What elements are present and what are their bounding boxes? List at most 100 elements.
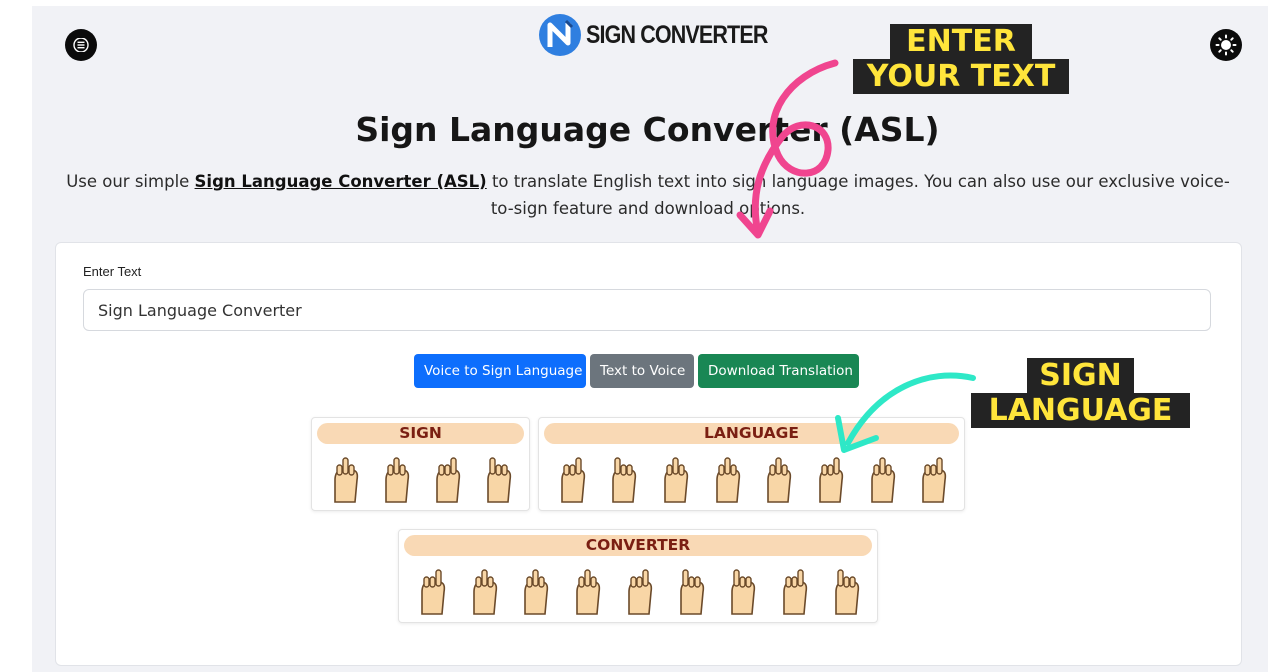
callout-line: ENTER <box>890 24 1032 59</box>
finger-shape <box>642 569 649 587</box>
hand-sign-icon <box>576 569 601 615</box>
finger-shape <box>739 576 747 588</box>
site-logo[interactable]: SIGN CONVERTER <box>538 12 797 58</box>
text-input[interactable] <box>83 289 1211 331</box>
finger-shape <box>578 576 585 588</box>
hand-sign-icon <box>731 569 756 615</box>
finger-shape <box>575 457 582 475</box>
finger-shape <box>775 457 783 475</box>
text-to-voice-button[interactable]: Text to Voice <box>590 354 694 388</box>
intro-paragraph: Use our simple Sign Language Converter (… <box>64 168 1232 222</box>
finger-shape <box>501 464 509 476</box>
finger-shape <box>682 569 689 587</box>
finger-shape <box>630 576 637 588</box>
finger-shape <box>569 464 576 476</box>
hand-sign-icon <box>819 457 844 503</box>
hand-sign-icon <box>612 457 637 503</box>
hand-sign-icon <box>524 569 549 615</box>
word-card-sign: SIGN <box>311 417 530 511</box>
finger-shape <box>486 576 494 588</box>
voice-to-sign-button[interactable]: Voice to Sign Language <box>414 354 586 388</box>
hand-sign-icon <box>767 457 792 503</box>
finger-shape <box>924 464 931 476</box>
finger-shape <box>781 464 789 476</box>
finger-shape <box>480 569 488 587</box>
finger-shape <box>563 464 570 476</box>
finger-shape <box>438 464 445 476</box>
enter-text-label: Enter Text <box>83 264 142 279</box>
finger-shape <box>435 569 442 587</box>
finger-shape <box>930 464 937 476</box>
finger-shape <box>626 464 634 476</box>
finger-shape <box>717 464 725 476</box>
finger-shape <box>347 464 355 476</box>
hand-sign-icon <box>333 457 358 503</box>
finger-shape <box>729 464 737 476</box>
finger-shape <box>849 576 856 588</box>
finger-shape <box>872 464 880 476</box>
hand-sign-icon <box>628 569 653 615</box>
finger-shape <box>785 576 792 588</box>
finger-shape <box>341 457 349 475</box>
finger-shape <box>769 464 777 476</box>
finger-shape <box>733 569 741 587</box>
finger-shape <box>450 457 457 475</box>
intro-text-end: to translate English text into sign lang… <box>486 172 1230 218</box>
finger-shape <box>672 457 679 475</box>
finger-shape <box>423 576 430 588</box>
finger-shape <box>444 464 451 476</box>
finger-shape <box>821 464 828 476</box>
word-card-converter: CONVERTER <box>398 529 878 623</box>
teal-arrow-annotation <box>835 372 976 453</box>
hand-sign-icon <box>922 457 947 503</box>
word-label: SIGN <box>317 423 524 444</box>
finger-shape <box>489 457 497 475</box>
finger-shape <box>678 464 685 476</box>
pink-arrow-annotation <box>736 59 839 239</box>
hand-sign-icon <box>664 457 689 503</box>
hand-sign-icon <box>385 457 410 503</box>
callout-sign-language: SIGN LANGUAGE <box>971 358 1190 436</box>
menu-button[interactable] <box>65 29 97 61</box>
hand-sign-icon <box>472 569 497 615</box>
callout-enter-text: ENTER YOUR TEXT <box>853 24 1069 102</box>
finger-shape <box>694 576 701 588</box>
finger-shape <box>791 576 798 588</box>
finger-shape <box>797 569 804 587</box>
finger-shape <box>399 464 406 476</box>
finger-shape <box>884 464 892 476</box>
finger-shape <box>387 464 394 476</box>
finger-shape <box>532 569 540 587</box>
intro-text-start: Use our simple <box>66 172 195 191</box>
callout-line: SIGN <box>1027 358 1134 393</box>
finger-shape <box>636 576 643 588</box>
sign-images <box>312 454 529 506</box>
hand-sign-icon <box>679 569 704 615</box>
finger-shape <box>429 576 436 588</box>
hand-sign-icon <box>436 457 461 503</box>
finger-shape <box>584 569 591 587</box>
finger-shape <box>827 464 834 476</box>
finger-shape <box>723 457 731 475</box>
hand-sign-icon <box>487 457 512 503</box>
theme-toggle-button[interactable] <box>1210 29 1242 61</box>
page-title: Sign Language Converter (ASL) <box>355 110 940 149</box>
hand-sign-icon <box>421 569 446 615</box>
finger-shape <box>666 464 673 476</box>
finger-shape <box>614 457 622 475</box>
sign-images <box>399 566 877 618</box>
finger-shape <box>843 576 850 588</box>
hand-sign-icon <box>783 569 808 615</box>
finger-shape <box>474 576 482 588</box>
finger-shape <box>620 464 628 476</box>
sun-icon <box>1215 34 1237 56</box>
converter-link[interactable]: Sign Language Converter (ASL) <box>195 172 487 191</box>
hand-sign-icon <box>835 569 860 615</box>
sign-converter-logo-icon <box>539 14 581 56</box>
logo-text: SIGN CONVERTER <box>586 20 768 49</box>
finger-shape <box>393 457 400 475</box>
finger-shape <box>335 464 343 476</box>
finger-shape <box>495 464 503 476</box>
finger-shape <box>526 576 534 588</box>
callout-line: LANGUAGE <box>971 393 1190 428</box>
